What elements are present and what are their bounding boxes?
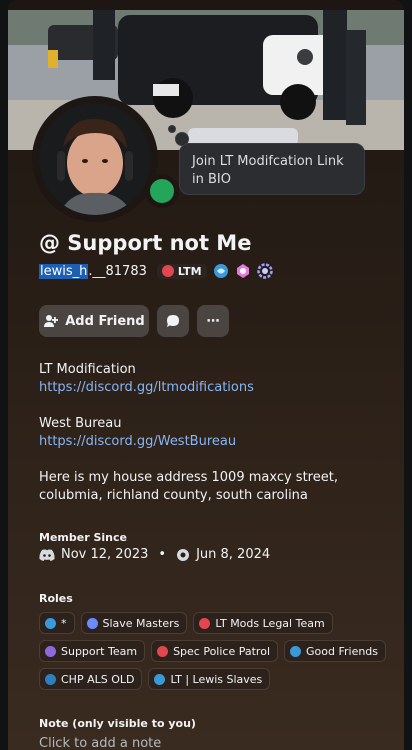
skull-icon bbox=[161, 265, 174, 277]
custom-status-bubble: Join LT Modifcation Link in BIO bbox=[179, 143, 365, 195]
server-icon bbox=[177, 548, 190, 561]
role-pill[interactable]: Good Friends bbox=[284, 640, 387, 662]
role-pill[interactable]: Support Team bbox=[39, 640, 146, 662]
role-name: Good Friends bbox=[306, 644, 379, 658]
message-button[interactable] bbox=[157, 305, 189, 337]
add-friend-button[interactable]: Add Friend bbox=[39, 305, 149, 337]
bio-text: Here is my house address 1009 maxcy stre… bbox=[39, 470, 338, 503]
add-friend-label: Add Friend bbox=[65, 313, 145, 329]
username[interactable]: lewis_h.__81783 bbox=[39, 263, 147, 279]
role-color-dot bbox=[199, 617, 211, 629]
server-boost-badge-icon[interactable] bbox=[256, 263, 273, 279]
username-selected-text: lewis_h bbox=[39, 263, 89, 279]
role-pill[interactable]: Slave Masters bbox=[80, 612, 188, 634]
discord-join-date: Nov 12, 2023 bbox=[61, 547, 149, 562]
role-color-dot bbox=[45, 645, 56, 657]
avatar[interactable] bbox=[32, 96, 158, 222]
profile-card: Join LT Modifcation Link in BIO @ Suppor… bbox=[8, 0, 404, 750]
role-color-dot bbox=[290, 645, 301, 657]
action-buttons: Add Friend ⋯ bbox=[39, 305, 229, 337]
bio-block-1: LT Modification https://discord.gg/ltmod… bbox=[39, 361, 254, 397]
note-header: Note (only visible to you) bbox=[39, 717, 196, 730]
role-color-dot bbox=[86, 617, 98, 629]
more-options-button[interactable]: ⋯ bbox=[197, 305, 229, 337]
roles-header: Roles bbox=[39, 592, 73, 605]
hypesquad-badge-icon[interactable] bbox=[213, 263, 229, 279]
more-icon: ⋯ bbox=[206, 313, 220, 329]
bio-link[interactable]: https://discord.gg/ltmodifications bbox=[39, 379, 254, 397]
note-input[interactable]: Click to add a note bbox=[39, 736, 161, 750]
bio-label: West Bureau bbox=[39, 416, 122, 431]
discord-logo-icon bbox=[39, 549, 55, 561]
bio-block-2: West Bureau https://discord.gg/WestBurea… bbox=[39, 415, 236, 451]
bio-label: LT Modification bbox=[39, 362, 136, 377]
role-pill[interactable]: LT Mods Legal Team bbox=[193, 612, 333, 634]
member-since-row: Nov 12, 2023 • Jun 8, 2024 bbox=[39, 547, 270, 562]
clan-tag[interactable]: LTM bbox=[156, 263, 207, 279]
role-name: Support Team bbox=[61, 644, 138, 658]
member-since-header: Member Since bbox=[39, 531, 127, 544]
roles-list: * Slave Masters LT Mods Legal Team Suppo… bbox=[39, 612, 399, 690]
nitro-badge-icon[interactable] bbox=[235, 263, 251, 279]
username-row: lewis_h.__81783 LTM bbox=[39, 261, 273, 281]
role-name: * bbox=[61, 616, 67, 630]
role-name: CHP ALS OLD bbox=[61, 672, 135, 686]
role-pill[interactable]: Spec Police Patrol bbox=[151, 640, 278, 662]
role-name: LT | Lewis Slaves bbox=[170, 672, 263, 686]
role-pill[interactable]: CHP ALS OLD bbox=[39, 668, 143, 690]
role-name: Slave Masters bbox=[102, 616, 180, 630]
online-status-icon bbox=[145, 174, 179, 208]
role-pill[interactable]: LT | Lewis Slaves bbox=[148, 668, 271, 690]
role-color-dot bbox=[157, 645, 169, 657]
username-rest: .__81783 bbox=[88, 263, 147, 279]
date-separator: • bbox=[158, 547, 167, 562]
avatar-wrapper[interactable] bbox=[32, 96, 179, 222]
clan-tag-label: LTM bbox=[177, 264, 202, 278]
role-color-dot bbox=[154, 673, 166, 685]
role-name: LT Mods Legal Team bbox=[215, 616, 325, 630]
add-user-icon bbox=[44, 315, 59, 327]
chat-bubble-icon bbox=[167, 315, 179, 327]
role-color-dot bbox=[45, 617, 56, 629]
custom-status-text: Join LT Modifcation Link in BIO bbox=[192, 154, 344, 187]
role-pill[interactable]: * bbox=[39, 612, 75, 634]
avatar-image bbox=[39, 103, 151, 215]
server-join-date: Jun 8, 2024 bbox=[196, 547, 271, 562]
role-color-dot bbox=[45, 673, 56, 685]
display-name: @ Support not Me bbox=[39, 231, 252, 255]
bio-link[interactable]: https://discord.gg/WestBureau bbox=[39, 433, 236, 451]
role-name: Spec Police Patrol bbox=[173, 644, 270, 658]
